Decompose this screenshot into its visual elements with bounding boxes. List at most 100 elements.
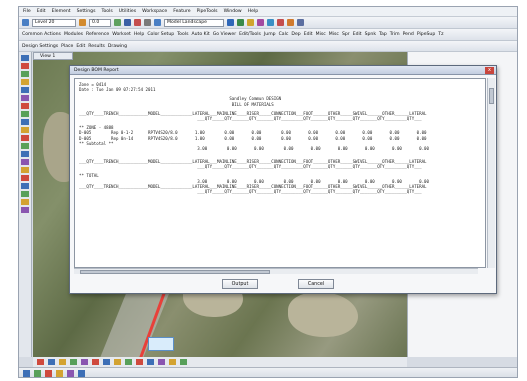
close-icon[interactable]: x — [485, 67, 494, 74]
measure-icon[interactable] — [147, 359, 154, 365]
tb2-item[interactable]: Spnk — [365, 32, 376, 37]
cancel-button[interactable]: Cancel — [298, 279, 334, 289]
view-icon[interactable] — [227, 19, 234, 26]
status-icon[interactable] — [34, 370, 41, 377]
menu-feature[interactable]: Feature — [173, 9, 190, 14]
measure-tool-icon[interactable] — [21, 207, 29, 213]
tb2-item[interactable]: Spr — [342, 32, 350, 37]
tb3-edit[interactable]: Edit — [76, 44, 85, 49]
status-icon[interactable] — [45, 370, 52, 377]
callout-box[interactable] — [148, 337, 174, 351]
paste-icon[interactable] — [169, 359, 176, 365]
status-icon[interactable] — [78, 370, 85, 377]
circle-tool-icon[interactable] — [21, 79, 29, 85]
delete-tool-icon[interactable] — [21, 175, 29, 181]
tb2-item[interactable]: Edit — [304, 32, 313, 37]
menu-help[interactable]: Help — [248, 9, 258, 14]
extend-tool-icon[interactable] — [21, 167, 29, 173]
tb2-item[interactable]: Workset — [112, 32, 131, 37]
hatch-tool-icon[interactable] — [21, 199, 29, 205]
text-icon[interactable] — [37, 359, 44, 365]
tb2-item[interactable]: Go Viewer — [213, 32, 236, 37]
menu-tools[interactable]: Tools — [101, 9, 112, 14]
select-icon[interactable] — [154, 19, 161, 26]
report-text-area[interactable]: Zone = 0414 Date : Tue Jan 09 07:27:54 2… — [74, 78, 486, 268]
measure-icon[interactable] — [277, 19, 284, 26]
settings-icon[interactable] — [22, 19, 29, 26]
view-tab[interactable]: View 1 — [33, 52, 73, 60]
pan-icon[interactable] — [237, 19, 244, 26]
tb2-item[interactable]: Color Setup — [147, 32, 174, 37]
cell-tool-icon[interactable] — [21, 103, 29, 109]
arc-tool-icon[interactable] — [21, 71, 29, 77]
fence-tool-icon[interactable] — [21, 183, 29, 189]
level-combo[interactable]: Level 20 — [32, 18, 76, 27]
line-icon[interactable] — [48, 359, 55, 365]
arrow-icon[interactable] — [92, 359, 99, 365]
tb2-item[interactable]: Dep — [291, 32, 300, 37]
menu-workspace[interactable]: Workspace — [142, 9, 167, 14]
tb2-item[interactable]: Jump — [264, 32, 276, 37]
search-icon[interactable] — [267, 19, 274, 26]
tb3-place[interactable]: Place — [61, 44, 73, 49]
menu-element[interactable]: Element — [52, 9, 71, 14]
menu-pipetools[interactable]: PipeTools — [197, 9, 218, 14]
model-combo[interactable]: Model Landscape — [164, 18, 224, 27]
bold-icon[interactable] — [136, 359, 143, 365]
circle-icon[interactable] — [70, 359, 77, 365]
zoom-out-icon[interactable] — [257, 19, 264, 26]
style-icon[interactable] — [124, 19, 131, 26]
table-icon[interactable] — [180, 359, 187, 365]
tb3-design-settings[interactable]: Design Settings — [22, 44, 58, 49]
status-icon[interactable] — [56, 370, 63, 377]
weight-combo[interactable]: 0.0 — [89, 18, 111, 27]
scroll-thumb[interactable] — [80, 270, 270, 274]
select-tool-icon[interactable] — [21, 55, 29, 61]
tb2-item[interactable]: Auto Kit — [191, 32, 209, 37]
color-icon[interactable] — [114, 19, 121, 26]
tb2-item[interactable]: Tools — [177, 32, 188, 37]
snap-icon[interactable] — [114, 359, 121, 365]
tb2-item[interactable]: Calc — [279, 32, 289, 37]
scale-tool-icon[interactable] — [21, 143, 29, 149]
menu-file[interactable]: File — [23, 9, 31, 14]
fill-icon[interactable] — [134, 19, 141, 26]
tb2-item[interactable]: Tz — [438, 32, 443, 37]
menu-window[interactable]: Window — [224, 9, 242, 14]
status-icon[interactable] — [67, 370, 74, 377]
tb2-item[interactable]: Tap — [379, 32, 387, 37]
zoom-in-icon[interactable] — [247, 19, 254, 26]
layer-icon[interactable] — [125, 359, 132, 365]
tb2-item[interactable]: Edit/Tools — [239, 32, 261, 37]
line-tool-icon[interactable] — [21, 63, 29, 69]
tb2-item[interactable]: Help — [134, 32, 144, 37]
trim-tool-icon[interactable] — [21, 159, 29, 165]
tb2-item[interactable]: PipeSup — [417, 32, 435, 37]
menu-utilities[interactable]: Utilities — [119, 9, 136, 14]
menu-settings[interactable]: Settings — [77, 9, 96, 14]
tb2-item[interactable]: Edit — [353, 32, 362, 37]
tb2-item[interactable]: Misc — [329, 32, 339, 37]
arc-icon[interactable] — [59, 359, 66, 365]
copy-icon[interactable] — [158, 359, 165, 365]
tb3-results[interactable]: Results — [88, 44, 105, 49]
tb2-item[interactable]: Reference — [86, 32, 109, 37]
scroll-thumb[interactable] — [489, 88, 494, 104]
tb2-item[interactable]: Modules — [64, 32, 83, 37]
mirror-tool-icon[interactable] — [21, 151, 29, 157]
polygon-tool-icon[interactable] — [21, 87, 29, 93]
level-manager-icon[interactable] — [79, 19, 86, 26]
vertical-scrollbar[interactable] — [487, 78, 495, 268]
copy-tool-icon[interactable] — [21, 127, 29, 133]
tb2-item[interactable]: Trim — [390, 32, 400, 37]
tb2-item[interactable]: Common Actions — [22, 32, 61, 37]
grid-icon[interactable] — [103, 359, 110, 365]
status-icon[interactable] — [23, 370, 30, 377]
output-button[interactable]: Output — [222, 279, 258, 289]
text-tool-icon[interactable] — [21, 95, 29, 101]
polygon-icon[interactable] — [81, 359, 88, 365]
horizontal-scrollbar[interactable] — [74, 268, 478, 274]
move-tool-icon[interactable] — [21, 119, 29, 125]
rotate-tool-icon[interactable] — [21, 135, 29, 141]
menu-edit[interactable]: Edit — [37, 9, 46, 14]
